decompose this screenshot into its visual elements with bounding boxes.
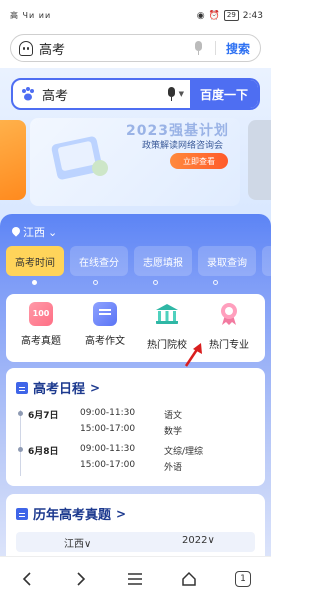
menu-icon <box>128 573 142 585</box>
tab-count-icon: 1 <box>235 571 251 587</box>
battery-indicator: 29 <box>223 10 239 21</box>
history-filters: 江西∨ 2022∨ <box>16 532 255 552</box>
service-label: 高考作文 <box>85 336 125 347</box>
service-popular-majors[interactable]: 热门专业 <box>198 302 260 351</box>
view-now-button[interactable]: 立即查看 <box>170 153 228 169</box>
schedule-date: 6月7日 <box>28 411 59 421</box>
tab-gaokao-time[interactable]: 高考时间 <box>6 246 64 276</box>
timeline-dot <box>18 411 23 416</box>
banner-right-card[interactable] <box>248 120 271 200</box>
tab-admission-query[interactable]: 录取查询 <box>198 246 256 276</box>
history-header[interactable]: 历年高考真题 > <box>16 504 126 523</box>
hero-section: 高考 ▼ 百度一下 2023强基计划 政策解读网络咨询会 立即查看 <box>0 68 271 228</box>
indicator-dot <box>213 280 218 285</box>
back-button[interactable] <box>0 557 54 600</box>
tab-application[interactable]: 志愿填报 <box>134 246 192 276</box>
service-label: 热门专业 <box>209 340 249 351</box>
browser-nav-bar: 1 <box>0 556 271 600</box>
status-right: ◉ ⏰ 29 2:43 <box>197 10 263 21</box>
chevron-down-icon: ⌄ <box>48 225 58 239</box>
timeline-line <box>20 410 21 476</box>
tab-score-query[interactable]: 在线查分 <box>70 246 128 276</box>
tab-notice[interactable]: 通知 <box>262 246 271 276</box>
divider <box>214 41 216 55</box>
schedule-time: 15:00-17:00 <box>80 460 136 470</box>
browser-search-input[interactable]: 高考 <box>39 39 194 58</box>
alarm-icon: ⏰ <box>208 10 220 21</box>
tab-indicators <box>0 280 271 286</box>
ribbon-medal-icon <box>221 303 237 325</box>
gaokao-tabs: 高考时间 在线查分 志愿填报 录取查询 通知 <box>6 246 271 276</box>
signal-indicators: 高 Чи ии <box>10 11 52 20</box>
province-label: 江西 <box>23 226 45 239</box>
clock: 2:43 <box>242 10 263 21</box>
province-selector[interactable]: 江西 ⌄ <box>12 224 57 240</box>
schedule-time: 15:00-17:00 <box>80 424 136 434</box>
document-icon <box>16 507 28 520</box>
home-button[interactable] <box>162 557 216 600</box>
promo-banner[interactable]: 2023强基计划 政策解读网络咨询会 立即查看 <box>30 118 240 206</box>
service-exam-papers[interactable]: 100 高考真题 <box>10 302 72 347</box>
voice-search-icon[interactable] <box>167 87 176 101</box>
schedule-subject: 数学 <box>164 427 183 437</box>
indicator-dot <box>93 280 98 285</box>
baidu-search-input[interactable]: 高考 <box>42 85 167 104</box>
schedule-subject: 语文 <box>164 411 183 421</box>
baidu-search-button[interactable]: 百度一下 <box>190 80 258 108</box>
schedule-subject: 外语 <box>164 463 183 473</box>
banner-left-card[interactable] <box>0 120 26 200</box>
timeline-dot <box>18 447 23 452</box>
service-label: 高考真题 <box>21 336 61 347</box>
indicator-dot <box>153 280 158 285</box>
forward-button[interactable] <box>54 557 108 600</box>
microphone-icon[interactable] <box>194 41 203 55</box>
home-icon <box>182 571 196 586</box>
banner-subtitle: 政策解读网络咨询会 <box>142 141 224 151</box>
calendar-icon <box>16 381 28 394</box>
banner-title: 2023强基计划 <box>126 123 229 139</box>
search-button[interactable]: 搜索 <box>226 40 250 57</box>
tabs-button[interactable]: 1 <box>216 557 270 600</box>
location-pin-icon <box>12 227 20 237</box>
exam-book-icon: 100 <box>29 302 53 326</box>
indicator-dot <box>32 280 37 285</box>
schedule-header[interactable]: 高考日程 > <box>16 378 100 397</box>
schedule-subject: 文综/理综 <box>164 447 204 457</box>
ghost-icon <box>19 40 33 56</box>
year-filter[interactable]: 2022∨ <box>182 535 215 546</box>
browser-search-bar[interactable]: 高考 搜索 <box>10 34 261 62</box>
tablet-illustration <box>51 136 108 180</box>
service-essays[interactable]: 高考作文 <box>74 302 136 347</box>
university-building-icon <box>156 304 178 324</box>
chevron-down-icon[interactable]: ▼ <box>179 90 184 98</box>
schedule-date: 6月8日 <box>28 447 59 457</box>
chevron-right-icon: > <box>90 380 101 395</box>
schedule-title: 高考日程 <box>33 382 86 397</box>
red-arrow-annotation <box>184 343 202 367</box>
essay-doc-icon <box>93 302 117 326</box>
menu-button[interactable] <box>108 557 162 600</box>
schedule-time: 09:00-11:30 <box>80 408 136 418</box>
chevron-right-icon: > <box>116 506 127 521</box>
chevron-left-icon <box>22 572 31 586</box>
schedule-time: 09:00-11:30 <box>80 444 136 454</box>
baidu-search-bar: 高考 ▼ 百度一下 <box>11 78 260 110</box>
schedule-card: 高考日程 > 6月7日 09:00-11:30 语文 15:00-17:00 数… <box>6 368 265 486</box>
gaokao-panel: 江西 ⌄ 高考时间 在线查分 志愿填报 录取查询 通知 100 高考真题 高考作… <box>0 214 271 600</box>
history-title: 历年高考真题 <box>33 508 112 523</box>
province-filter[interactable]: 江西∨ <box>64 535 91 550</box>
services-card: 100 高考真题 高考作文 热门院校 热门专业 <box>6 294 265 367</box>
eye-icon: ◉ <box>196 10 205 21</box>
status-bar: 高 Чи ии ◉ ⏰ 29 2:43 <box>0 0 271 30</box>
baidu-paw-icon <box>22 87 34 101</box>
chevron-right-icon <box>77 572 86 586</box>
